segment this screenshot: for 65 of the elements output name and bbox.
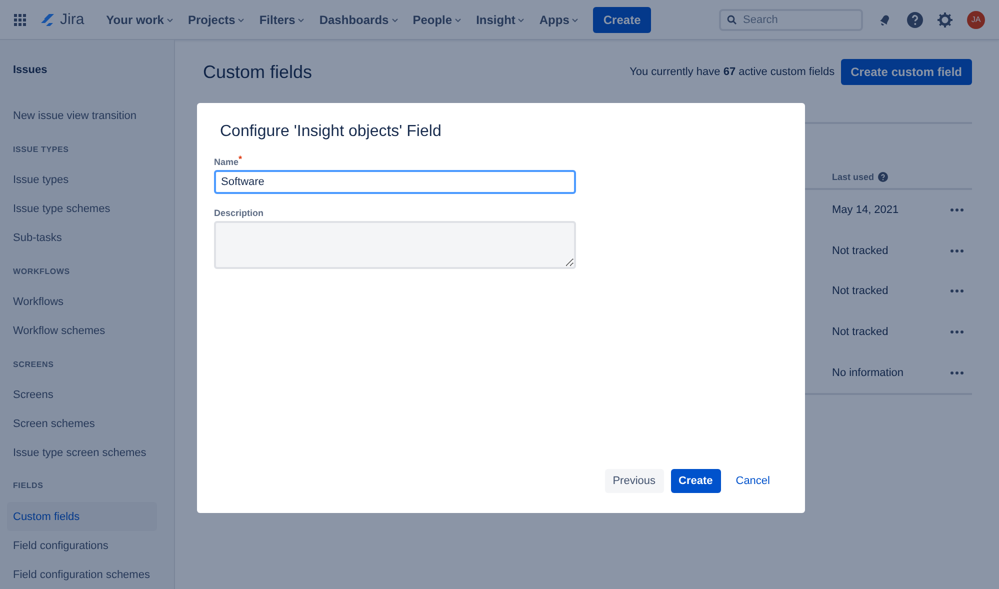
sidebar-item[interactable]: Custom fields — [7, 502, 157, 532]
chevron-down-icon — [297, 16, 306, 24]
sidebar-item[interactable]: Workflows — [7, 288, 157, 317]
sidebar-item[interactable]: Screens — [7, 380, 157, 410]
create-button[interactable]: Create — [593, 6, 651, 32]
more-icon — [950, 330, 964, 334]
nav-menu[interactable]: Filters — [259, 12, 306, 26]
nav-menu[interactable]: Dashboards — [319, 12, 399, 26]
section-heading: FIELDS — [12, 480, 44, 492]
dialog-title: Configure 'Insight objects' Field — [220, 123, 442, 141]
field-count-text: You currently have 67 active custom fields — [630, 66, 835, 78]
description-input[interactable] — [214, 221, 576, 269]
sidebar-item[interactable]: Issue type screen schemes — [7, 438, 157, 468]
sidebar-item[interactable]: Field configurations — [7, 531, 157, 560]
sidebar-item[interactable]: Issue type schemes — [7, 194, 157, 224]
sidebar-item[interactable]: Issue types — [7, 166, 157, 195]
name-label: Name* — [214, 157, 244, 167]
table-cell-text: Not tracked — [832, 325, 890, 340]
nav-menu[interactable]: People — [412, 12, 462, 26]
more-icon — [950, 248, 964, 253]
required-mark: * — [238, 154, 242, 166]
chevron-down-icon — [517, 16, 526, 24]
sidebar-item[interactable]: Field configuration schemes — [7, 560, 157, 589]
sidebar-item[interactable]: Workflow schemes — [7, 316, 157, 346]
cancel-link[interactable]: Cancel — [728, 469, 778, 493]
settings-icon[interactable] — [937, 12, 953, 28]
nav-menu[interactable]: Your work — [106, 12, 174, 26]
sidebar-title: Issues — [12, 64, 48, 76]
table-cell-text: Not tracked — [832, 284, 890, 300]
nav-menu[interactable]: Projects — [188, 12, 246, 26]
column-header: Last used — [832, 172, 874, 182]
section-heading: WORKFLOWS — [12, 266, 71, 278]
search-field[interactable]: Search — [719, 8, 863, 30]
product-name: Jira — [60, 11, 84, 28]
chevron-down-icon — [454, 16, 462, 24]
search-icon — [727, 14, 737, 24]
section-heading: ISSUE TYPES — [12, 144, 70, 156]
create-custom-field-button[interactable]: Create custom field — [840, 59, 972, 85]
nav-menu[interactable]: Insight — [476, 12, 526, 26]
help-icon[interactable] — [907, 12, 923, 28]
page-title: Custom fields — [203, 62, 312, 82]
table-cell-text: No information — [832, 366, 905, 381]
more-icon — [950, 370, 964, 375]
sidebar-item[interactable]: New issue view transition — [7, 102, 157, 131]
nav-menu[interactable]: Apps — [539, 12, 580, 26]
user-avatar[interactable]: JA — [967, 10, 985, 28]
sidebar-item[interactable]: Screen schemes — [7, 409, 157, 438]
help-icon[interactable] — [878, 172, 888, 182]
description-label: Description — [214, 208, 265, 218]
more-icon — [950, 208, 964, 212]
chevron-down-icon — [237, 16, 246, 24]
section-heading: SCREENS — [12, 358, 55, 371]
table-cell-text: May 14, 2021 — [832, 203, 900, 218]
logo-icon — [40, 12, 56, 26]
previous-button[interactable]: Previous — [604, 469, 664, 493]
more-icon — [950, 289, 964, 294]
chevron-down-icon — [166, 16, 174, 24]
create-button[interactable]: Create — [670, 469, 721, 493]
sidebar-item[interactable]: Sub-tasks — [7, 224, 157, 253]
chevron-down-icon — [390, 16, 399, 24]
table-cell-text: Not tracked — [832, 244, 890, 259]
search-placeholder: Search — [743, 14, 778, 26]
name-input[interactable]: Software — [214, 170, 576, 194]
app-grid-icon[interactable] — [14, 14, 26, 26]
chevron-down-icon — [571, 16, 580, 24]
